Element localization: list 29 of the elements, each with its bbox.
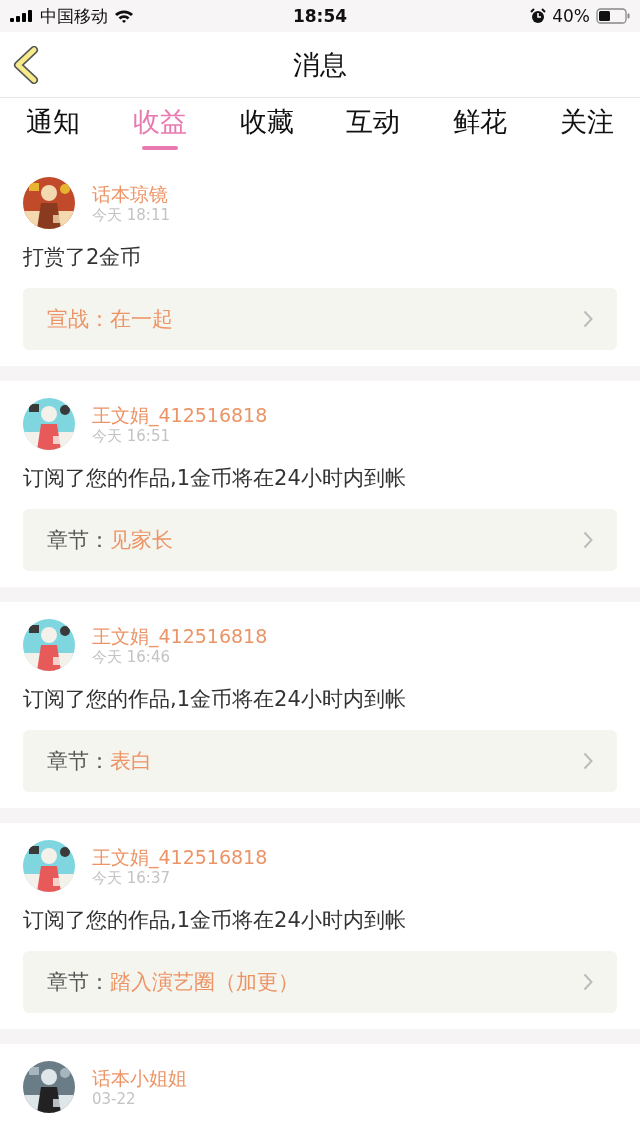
chevron-right-icon — [583, 752, 593, 770]
clock-time: 18:54 — [292, 6, 348, 26]
tab[interactable]: 关注 — [556, 98, 618, 152]
tab[interactable]: 互动 — [342, 98, 405, 152]
tab[interactable]: 通知 — [22, 98, 84, 152]
wifi-icon — [114, 9, 134, 23]
battery-percent: 40% — [552, 6, 590, 26]
message-time: 今天 18:11 — [92, 205, 170, 224]
chevron-right-icon — [583, 973, 593, 991]
battery-icon — [596, 8, 630, 24]
chevron-right-icon — [583, 531, 593, 549]
message-text: 打赏了2金币 — [23, 244, 143, 271]
message-text: 订阅了您的作品,1金币将在24小时内到帐 — [23, 686, 407, 713]
message-time: 今天 16:51 — [92, 426, 170, 445]
chevron-right-icon — [583, 310, 593, 328]
tab[interactable]: 鲜花 — [449, 98, 512, 152]
carrier-name: 中国移动 — [40, 4, 108, 28]
tab[interactable]: 收藏 — [235, 98, 298, 152]
alarm-clock-icon — [530, 8, 547, 24]
message-text: 订阅了您的作品,1金币将在24小时内到帐 — [23, 907, 407, 934]
work-link[interactable]: 章节：见家长 — [23, 509, 617, 571]
message-time: 03-22 — [92, 1089, 137, 1108]
page-title: 消息 — [293, 47, 347, 82]
message-time: 今天 16:37 — [92, 868, 170, 887]
message-text: 订阅了您的作品,1金币将在24小时内到帐 — [23, 465, 407, 492]
message-time: 今天 16:46 — [92, 647, 170, 666]
work-link[interactable]: 章节：踏入演艺圈（加更） — [23, 951, 617, 1013]
work-link[interactable]: 章节：表白 — [23, 730, 617, 792]
signal-icon — [10, 10, 34, 22]
